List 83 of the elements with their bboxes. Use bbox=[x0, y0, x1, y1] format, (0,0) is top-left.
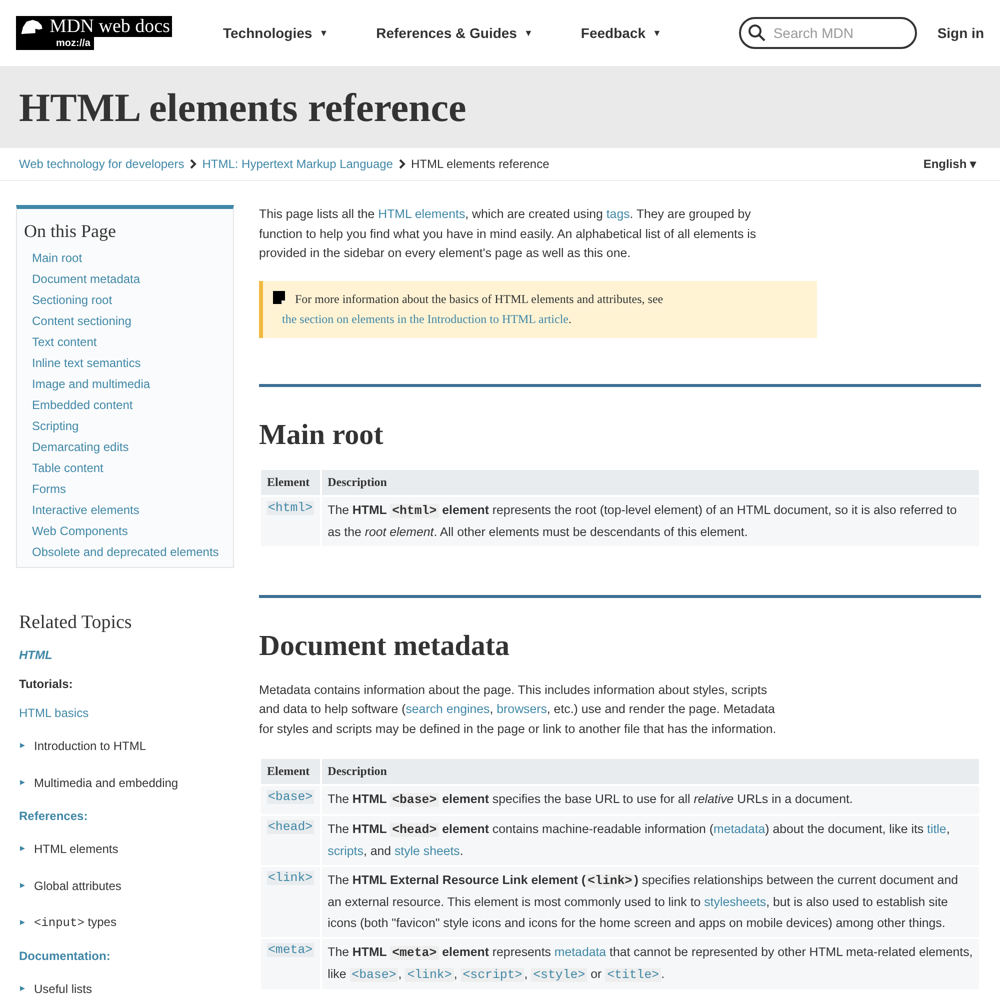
toc-link[interactable]: Content sectioning bbox=[32, 311, 226, 332]
description-cell: The HTML <html> element represents the root (top-level element) of an HTML document, so it is also referred to as the root element. All other elements must be descendants of this element. bbox=[322, 496, 979, 546]
nav-menu-button[interactable]: Technologies ▼ bbox=[223, 25, 328, 41]
toc-link[interactable]: Scripting bbox=[32, 416, 226, 437]
triangle-right-icon bbox=[19, 882, 26, 889]
code-link[interactable]: <link> bbox=[405, 968, 454, 982]
breadcrumb-link[interactable]: Web technology for developers bbox=[19, 157, 184, 171]
toc-link[interactable]: Obsolete and deprecated elements bbox=[32, 542, 226, 563]
related-link[interactable]: Useful lists bbox=[34, 982, 92, 996]
element-link[interactable]: <meta> bbox=[267, 943, 314, 957]
nav-menu-button[interactable]: References & Guides ▼ bbox=[376, 25, 533, 41]
note-text: For more information about the basics of HTML elements and attributes, see the section on elements in the Introduction to HTML article. bbox=[282, 292, 664, 326]
inline-link[interactable]: HTML elements bbox=[378, 207, 466, 221]
inline-link[interactable]: browsers bbox=[496, 702, 547, 716]
inline-link[interactable]: metadata bbox=[554, 945, 606, 959]
language-menu-button[interactable]: English ▾ bbox=[923, 157, 976, 171]
description-cell: The HTML <head> element contains machine-readable information (metadata) about the document, like its title, scripts, and style sheets. bbox=[322, 816, 979, 865]
toc-link[interactable]: Demarcating edits bbox=[32, 437, 226, 458]
description-cell: The HTML <meta> element represents metadata that cannot be represented by other HTML meta-related elements, like <base> , <link> , <script> , <style> or <title> . bbox=[322, 939, 979, 989]
toc-link[interactable]: Image and multimedia bbox=[32, 374, 226, 395]
inline-link[interactable]: scripts bbox=[328, 844, 364, 858]
related-link[interactable]: <input> types bbox=[34, 915, 116, 930]
sign-in-link[interactable]: Sign in bbox=[937, 25, 984, 41]
toc-link[interactable]: Embedded content bbox=[32, 395, 226, 416]
description-cell: The HTML External Resource Link element ( <link> ) specifies relationships between the current document and an external resource. This element is most commonly used to link to stylesheets, but is also used to establish site icons (both "favicon" style icons and icons for the home screen and apps on mobile devices) among other things. bbox=[322, 867, 979, 937]
triangle-right-icon bbox=[19, 845, 26, 852]
search-field[interactable]: Search MDN bbox=[739, 17, 918, 49]
toc-link[interactable]: Sectioning root bbox=[32, 290, 226, 311]
intro-paragraph: This page lists all the HTML elements, which are created using tags. They are grouped by function to help you find what you have in mind easily. An alphabetical list of all elements is provided in the sidebar on every element's page as well as this one. bbox=[259, 206, 758, 262]
triangle-right-icon bbox=[19, 779, 26, 786]
element-link[interactable]: <link> bbox=[267, 871, 314, 885]
element-link[interactable]: <head> bbox=[267, 820, 314, 834]
column-header: Description bbox=[322, 470, 979, 494]
inline-link[interactable]: the section on elements in the Introduction to HTML article bbox=[282, 312, 568, 326]
toc-link[interactable]: Document metadata bbox=[32, 269, 226, 290]
description-cell: The HTML <base> element specifies the base URL to use for all relative URLs in a document. bbox=[322, 786, 979, 814]
toc-title: On this Page bbox=[24, 221, 117, 242]
inline-link[interactable]: tags bbox=[606, 207, 630, 221]
toc-link[interactable]: Forms bbox=[32, 479, 226, 500]
inline-link[interactable]: stylesheets bbox=[704, 895, 766, 909]
column-header: Description bbox=[322, 759, 979, 784]
nav-menu-button[interactable]: Feedback ▼ bbox=[580, 25, 662, 41]
toc-link[interactable]: Web Components bbox=[32, 521, 226, 542]
inline-link[interactable]: title bbox=[927, 822, 946, 836]
element-link[interactable]: <base> bbox=[267, 790, 314, 804]
toc-link[interactable]: Text content bbox=[32, 332, 226, 353]
triangle-right-icon bbox=[19, 742, 26, 749]
code-link[interactable]: <style> bbox=[531, 968, 588, 982]
toc-link[interactable]: Inline text semantics bbox=[32, 353, 226, 374]
search-icon bbox=[748, 24, 766, 42]
inline-link[interactable]: search engines bbox=[406, 702, 490, 716]
related-link[interactable]: HTML elements bbox=[34, 842, 118, 856]
inline-link[interactable]: metadata bbox=[714, 822, 766, 836]
related-link[interactable]: Documentation: bbox=[19, 948, 110, 962]
section-heading: Document metadata bbox=[259, 630, 510, 662]
chevron-icon bbox=[398, 159, 406, 169]
code-link[interactable]: <script> bbox=[460, 968, 524, 982]
related-link[interactable]: Global attributes bbox=[34, 878, 122, 892]
related-link[interactable]: Multimedia and embedding bbox=[34, 776, 178, 790]
section-heading: Main root bbox=[259, 418, 384, 452]
element-link[interactable]: <html> bbox=[267, 500, 314, 514]
toc-link[interactable]: Interactive elements bbox=[32, 500, 226, 521]
related-topics-title: Related Topics bbox=[19, 612, 133, 634]
sidebar-heading: Tutorials: bbox=[19, 676, 73, 690]
note-icon bbox=[273, 290, 285, 304]
column-header: Element bbox=[261, 470, 320, 494]
breadcrumb-link[interactable]: HTML: Hypertext Markup Language bbox=[202, 157, 393, 171]
code-link[interactable]: <title> bbox=[605, 968, 662, 982]
chevron-icon bbox=[189, 159, 198, 169]
inline-link[interactable]: style sheets bbox=[394, 844, 460, 858]
triangle-right-icon bbox=[19, 919, 26, 926]
toc-link[interactable]: Main root bbox=[32, 248, 226, 269]
code-link[interactable]: <base> bbox=[350, 968, 398, 982]
related-link[interactable]: HTML basics bbox=[19, 706, 89, 720]
section-paragraph: Metadata contains information about the page. This includes information about styles, scripts and data to help software (search engines, browsers, etc.) use and render the page. Metadata for styles and scripts may be defined in the page or link to another file that has the information. bbox=[259, 682, 778, 738]
toc-link[interactable]: Table content bbox=[32, 458, 226, 479]
breadcrumb-link[interactable]: HTML elements reference bbox=[410, 157, 550, 171]
column-header: Element bbox=[261, 759, 320, 784]
triangle-right-icon bbox=[19, 985, 26, 992]
related-link[interactable]: References: bbox=[19, 808, 88, 822]
related-link[interactable]: Introduction to HTML bbox=[34, 738, 146, 752]
related-link[interactable]: HTML bbox=[19, 648, 52, 662]
page-title: HTML elements reference bbox=[19, 84, 466, 130]
